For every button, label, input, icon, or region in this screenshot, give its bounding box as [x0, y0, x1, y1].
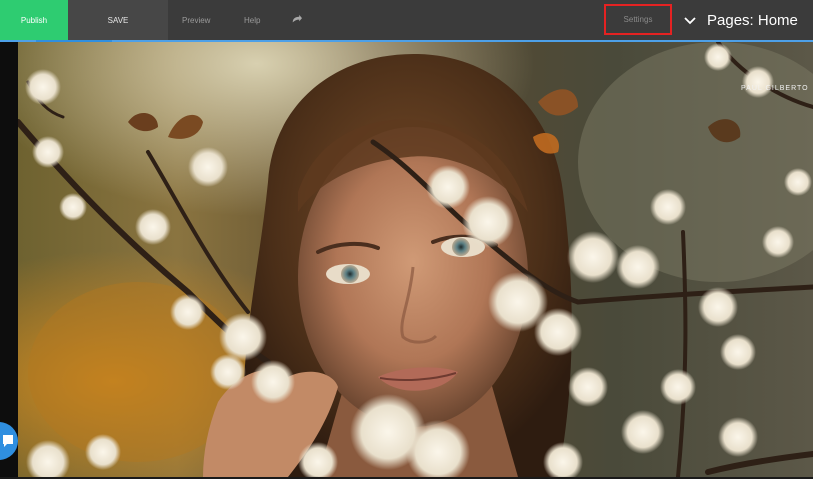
undo-button[interactable]	[289, 0, 302, 40]
page-canvas[interactable]	[18, 42, 813, 477]
chat-icon	[3, 435, 13, 447]
pages-dropdown-toggle[interactable]	[683, 14, 697, 26]
photo-watermark: PAUL GILBERTO	[741, 85, 809, 92]
save-button[interactable]: SAVE	[68, 0, 168, 40]
undo-arrow-icon	[292, 14, 302, 22]
settings-button[interactable]: Settings	[604, 4, 672, 35]
preview-button[interactable]: Preview	[182, 0, 210, 40]
left-edge-strip	[0, 42, 18, 479]
help-button[interactable]: Help	[244, 0, 260, 40]
chevron-down-icon	[684, 17, 696, 25]
publish-button[interactable]: Publish	[0, 0, 68, 40]
hero-photo[interactable]	[18, 42, 813, 477]
pages-dropdown-label[interactable]: Pages: Home	[707, 0, 798, 40]
editor-toolbar: Publish SAVE Preview Help Settings Pages…	[0, 0, 813, 40]
